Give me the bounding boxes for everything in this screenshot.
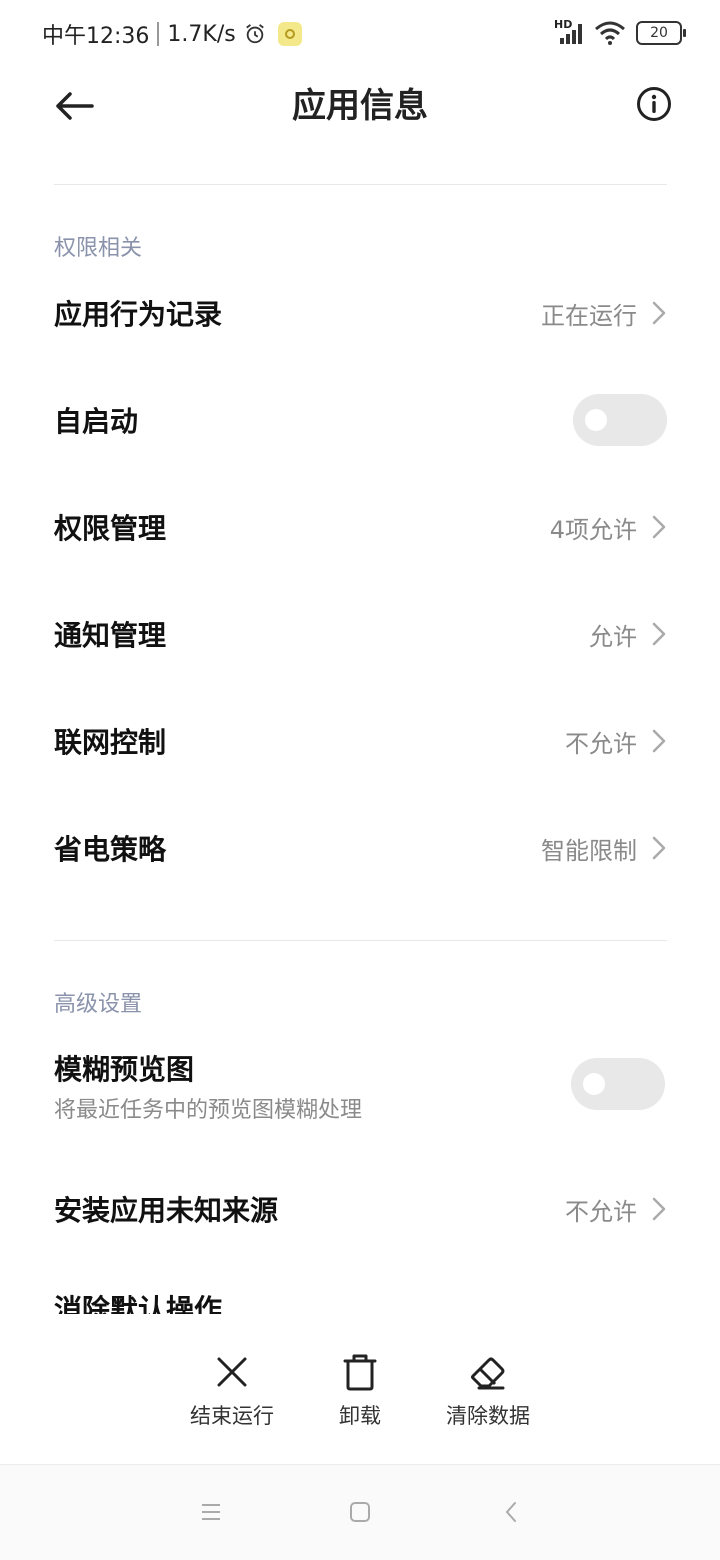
info-icon (637, 87, 671, 121)
battery-indicator: 20 (636, 21, 686, 45)
menu-button[interactable] (196, 1497, 226, 1527)
hd-label: HD (554, 18, 573, 31)
stop-button[interactable]: 结束运行 (188, 1352, 276, 1430)
toggle-knob (585, 409, 607, 431)
status-separator (157, 22, 160, 46)
section-divider (54, 940, 667, 941)
back-nav-button[interactable] (496, 1497, 526, 1527)
blur-preview-toggle[interactable] (571, 1058, 665, 1110)
row-value: 正在运行 (541, 301, 637, 330)
wifi-icon (595, 21, 625, 45)
info-button[interactable] (634, 84, 674, 124)
signal-icon: HD (554, 18, 584, 46)
section-title-advanced: 高级设置 (54, 992, 143, 1017)
row-value-wrap: 4项允许 (550, 510, 667, 545)
row-unknown-sources[interactable]: 安装应用未知来源 不允许 (54, 1174, 667, 1244)
row-permission-management[interactable]: 权限管理 4项允许 (54, 492, 667, 562)
row-value-wrap: 不允许 (565, 724, 667, 759)
home-icon (350, 1502, 370, 1522)
row-value: 不允许 (565, 729, 637, 758)
row-label: 消除默认操作 (54, 1294, 223, 1314)
chevron-right-icon (652, 622, 666, 646)
page-title: 应用信息 (292, 86, 428, 126)
row-label: 模糊预览图 (54, 1053, 195, 1086)
row-battery-saver[interactable]: 省电策略 智能限制 (54, 813, 667, 883)
system-navbar (0, 1465, 720, 1560)
status-bar: 中午12:36 1.7K/s HD 20 (0, 0, 720, 68)
header-divider (54, 184, 667, 185)
chevron-right-icon (652, 836, 666, 860)
home-button[interactable] (345, 1497, 375, 1527)
row-blur-preview: 模糊预览图 将最近任务中的预览图模糊处理 (54, 1048, 667, 1128)
close-icon (212, 1352, 252, 1392)
row-value-wrap: 正在运行 (541, 296, 667, 331)
alarm-icon (245, 24, 264, 44)
row-label: 应用行为记录 (54, 298, 223, 331)
row-label: 联网控制 (54, 726, 167, 759)
chevron-right-icon (652, 729, 666, 753)
status-time: 中午12:36 (42, 24, 150, 49)
autostart-toggle[interactable] (573, 394, 667, 446)
row-app-behavior[interactable]: 应用行为记录 正在运行 (54, 278, 667, 348)
toggle-knob (583, 1073, 605, 1095)
chevron-left-icon (505, 1502, 516, 1522)
clear-data-button[interactable]: 清除数据 (444, 1352, 532, 1430)
row-description: 将最近任务中的预览图模糊处理 (54, 1098, 363, 1123)
bottom-action-bar: 结束运行 卸载 清除数据 (0, 1330, 720, 1440)
row-notification-management[interactable]: 通知管理 允许 (54, 599, 667, 669)
row-value: 4项允许 (549, 515, 637, 544)
row-clear-defaults[interactable]: 消除默认操作 (54, 1294, 454, 1314)
section-title-permissions: 权限相关 (54, 236, 143, 261)
row-label: 省电策略 (54, 833, 167, 866)
status-right: HD 20 (554, 18, 686, 46)
row-value-wrap: 允许 (589, 617, 667, 652)
stop-label: 结束运行 (190, 1404, 274, 1428)
row-autostart: 自启动 (54, 385, 667, 455)
menu-icon (202, 1504, 220, 1520)
row-label: 安装应用未知来源 (54, 1194, 279, 1227)
eraser-icon (468, 1352, 508, 1392)
row-network-control[interactable]: 联网控制 不允许 (54, 706, 667, 776)
chevron-right-icon (652, 1197, 666, 1221)
row-value: 智能限制 (541, 836, 637, 865)
chevron-right-icon (652, 301, 666, 325)
status-left: 中午12:36 1.7K/s (42, 18, 302, 50)
row-label: 权限管理 (54, 512, 167, 545)
row-label: 自启动 (54, 405, 139, 438)
network-speed: 1.7K/s (167, 21, 236, 47)
app-header: 应用信息 (0, 68, 720, 144)
row-value-wrap: 不允许 (565, 1192, 667, 1227)
row-label: 通知管理 (54, 619, 167, 652)
uninstall-label: 卸载 (339, 1404, 381, 1428)
row-value-wrap: 智能限制 (541, 831, 667, 866)
uninstall-button[interactable]: 卸载 (335, 1352, 385, 1430)
trash-icon (340, 1352, 380, 1392)
chevron-right-icon (652, 515, 666, 539)
row-value: 不允许 (565, 1197, 637, 1226)
app-notification-icon (277, 22, 302, 46)
battery-level: 20 (650, 25, 668, 41)
clear-data-label: 清除数据 (446, 1404, 530, 1428)
row-value: 允许 (589, 622, 637, 651)
